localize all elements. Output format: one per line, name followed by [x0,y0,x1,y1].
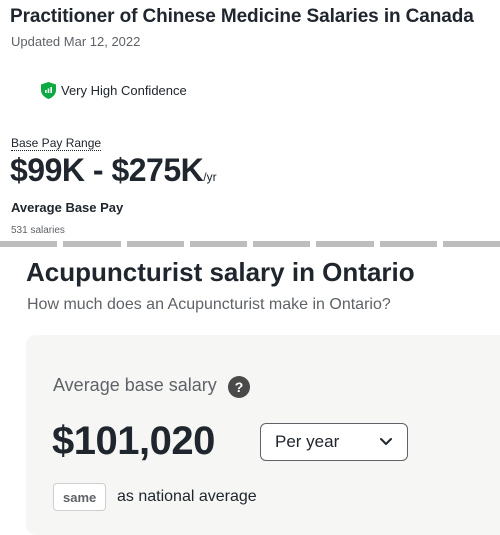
confidence-indicator: Very High Confidence [41,82,187,99]
comparison-text: as national average [117,488,257,505]
section-title: Acupuncturist salary in Ontario [26,257,415,287]
salary-card: Average base salary ? $101,020 Per year … [26,335,500,535]
chevron-down-icon [380,438,392,445]
period-select-value: Per year [275,432,340,451]
average-base-salary-label: Average base salary [53,375,217,395]
ontario-salary-section: Acupuncturist salary in Ontario How much… [0,247,500,535]
updated-date: Updated Mar 12, 2022 [11,34,141,49]
base-pay-range-label[interactable]: Base Pay Range [11,136,102,151]
range-amount: $99K - $275K [10,152,204,188]
page-title: Practitioner of Chinese Medicine Salarie… [10,6,474,27]
help-icon[interactable]: ? [228,376,250,398]
range-unit: /yr [203,170,217,184]
base-pay-range-value: $99K - $275K/yr [10,152,217,189]
section-subtitle: How much does an Acupuncturist make in O… [27,296,391,313]
confidence-label: Very High Confidence [61,83,187,98]
salary-amount: $101,020 [52,419,215,463]
comparison-badge: same [53,483,107,511]
salary-count: 531 salaries [11,225,65,236]
shield-chart-icon [41,82,56,99]
period-select[interactable]: Per year [260,423,408,461]
salary-summary: Practitioner of Chinese Medicine Salarie… [0,0,500,242]
average-base-pay-label: Average Base Pay [11,200,124,215]
